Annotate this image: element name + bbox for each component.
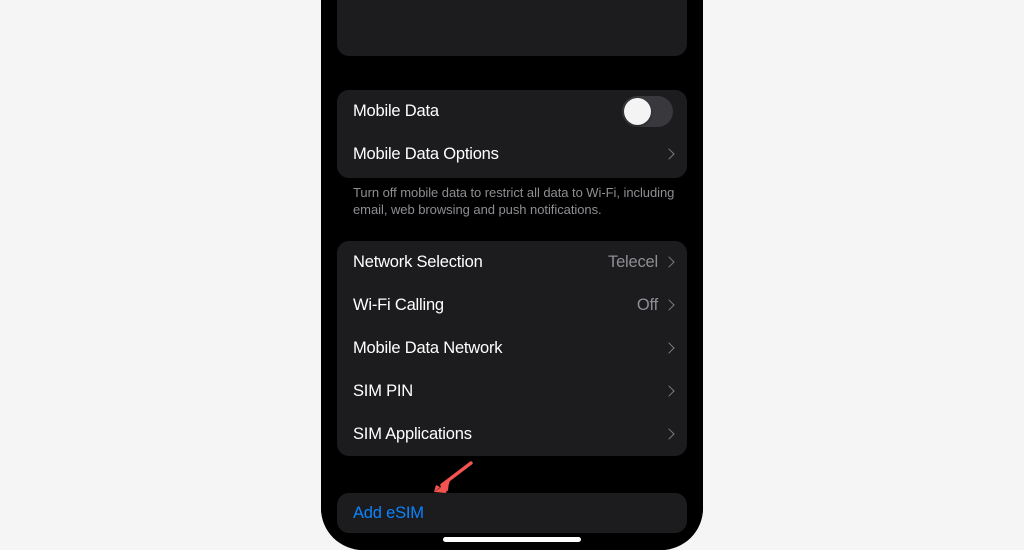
row-sim-applications-control bbox=[665, 428, 673, 441]
row-mobile-data-options-control bbox=[665, 148, 673, 161]
add-esim-card[interactable]: Add eSIM bbox=[337, 493, 687, 533]
row-mobile-data-label: Mobile Data bbox=[353, 102, 439, 120]
mobile-data-footnote: Turn off mobile data to restrict all dat… bbox=[353, 185, 675, 217]
row-mobile-data-options[interactable]: Mobile Data Options bbox=[337, 133, 687, 176]
chevron-right-icon bbox=[665, 148, 673, 161]
chevron-right-icon bbox=[665, 256, 673, 269]
row-mobile-data[interactable]: Mobile Data bbox=[337, 90, 687, 133]
row-sim-pin-control bbox=[665, 385, 673, 398]
phone-frame: settings such as eSIM and Wi-Fi calling.… bbox=[321, 0, 703, 550]
row-mobile-data-network-control bbox=[665, 342, 673, 355]
chevron-right-icon bbox=[665, 385, 673, 398]
row-network-selection-value: Telecel bbox=[608, 253, 658, 271]
row-wifi-calling-label: Wi-Fi Calling bbox=[353, 296, 444, 314]
row-wifi-calling-value: Off bbox=[636, 296, 658, 314]
row-network-selection[interactable]: Network Selection Telecel bbox=[337, 241, 687, 284]
home-indicator bbox=[443, 537, 581, 542]
row-sim-pin-label: SIM PIN bbox=[353, 382, 414, 400]
chevron-right-icon bbox=[665, 428, 673, 441]
network-settings-card: Network Selection Telecel Wi-Fi Calling … bbox=[337, 241, 687, 456]
row-mobile-data-options-label: Mobile Data Options bbox=[353, 145, 499, 163]
mobile-data-toggle[interactable] bbox=[622, 96, 673, 127]
mobile-data-card: Mobile Data Mobile Data Options bbox=[337, 90, 687, 178]
row-sim-applications[interactable]: SIM Applications bbox=[337, 413, 687, 456]
row-network-selection-label: Network Selection bbox=[353, 253, 483, 271]
row-wifi-calling-control: Off bbox=[637, 296, 673, 315]
chevron-right-icon bbox=[665, 342, 673, 355]
row-sim-applications-label: SIM Applications bbox=[353, 425, 472, 443]
row-sim-pin[interactable]: SIM PIN bbox=[337, 370, 687, 413]
row-mobile-data-network-label: Mobile Data Network bbox=[353, 339, 503, 357]
phone-screen: settings such as eSIM and Wi-Fi calling.… bbox=[321, 0, 703, 550]
chevron-right-icon bbox=[665, 299, 673, 312]
row-mobile-data-control bbox=[622, 96, 673, 127]
row-wifi-calling[interactable]: Wi-Fi Calling Off bbox=[337, 284, 687, 327]
toggle-knob bbox=[624, 98, 651, 125]
row-mobile-data-network[interactable]: Mobile Data Network bbox=[337, 327, 687, 370]
row-network-selection-control: Telecel bbox=[608, 253, 673, 272]
info-card: settings such as eSIM and Wi-Fi calling.… bbox=[337, 0, 687, 56]
add-esim-label: Add eSIM bbox=[353, 503, 424, 522]
